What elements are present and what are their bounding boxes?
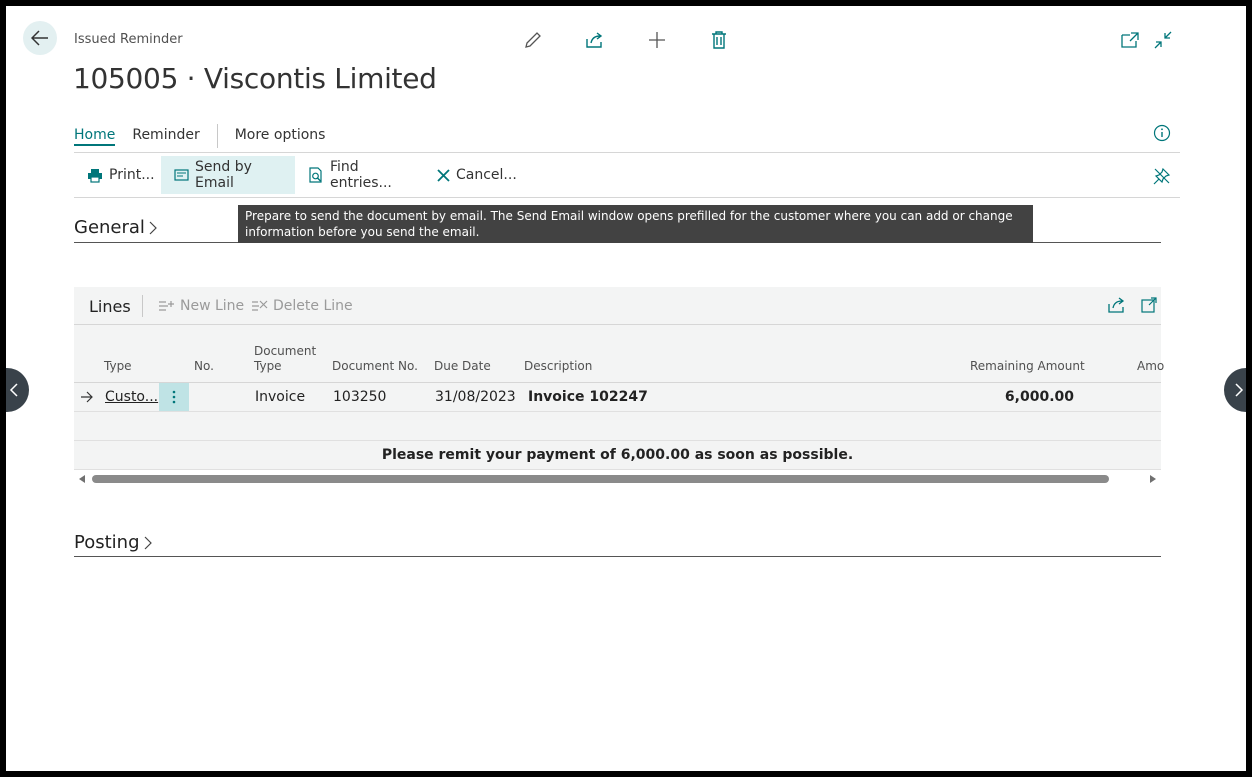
print-button[interactable]: Print... bbox=[74, 156, 160, 194]
general-section-title: General bbox=[74, 217, 145, 238]
table-row[interactable]: Please remit your payment of 6,000.00 as… bbox=[74, 441, 1161, 470]
horizontal-scrollbar[interactable] bbox=[74, 472, 1161, 486]
tab-reminder[interactable]: Reminder bbox=[132, 127, 199, 146]
page-title: 105005 · Viscontis Limited bbox=[73, 62, 437, 95]
page-frame: Issued Reminder 105005 · Viscontis Limit… bbox=[6, 6, 1246, 771]
breadcrumb: Issued Reminder bbox=[74, 32, 183, 47]
next-record-button[interactable] bbox=[1224, 368, 1246, 412]
posting-section-title: Posting bbox=[74, 532, 140, 553]
lines-grid-header: Type No. Document Type Document No. Due … bbox=[74, 325, 1164, 383]
back-button[interactable] bbox=[23, 21, 57, 55]
scroll-left-icon[interactable] bbox=[79, 475, 85, 483]
table-row[interactable]: Custo... Invoice 103250 31/08/2023 Invoi… bbox=[74, 383, 1161, 412]
previous-record-button[interactable] bbox=[6, 368, 29, 412]
scrollbar-thumb[interactable] bbox=[92, 475, 1109, 483]
divider bbox=[74, 197, 1180, 198]
delete-line-label: Delete Line bbox=[273, 298, 353, 314]
cancel-button[interactable]: Cancel... bbox=[424, 156, 517, 194]
column-header-document-type[interactable]: Document Type bbox=[254, 344, 316, 374]
document-type-cell[interactable]: Invoice bbox=[255, 389, 305, 405]
edit-button[interactable] bbox=[522, 29, 544, 51]
new-line-icon bbox=[159, 301, 174, 311]
find-document-icon bbox=[309, 166, 322, 183]
chevron-right-icon bbox=[149, 221, 157, 234]
column-header-description[interactable]: Description bbox=[524, 359, 592, 374]
remaining-amount-cell[interactable]: 6,000.00 bbox=[974, 389, 1074, 405]
lines-share-button[interactable] bbox=[1108, 297, 1126, 317]
expand-icon bbox=[1141, 297, 1157, 313]
type-cell[interactable]: Custo... bbox=[105, 389, 158, 405]
plus-icon bbox=[649, 32, 665, 48]
open-new-window-button[interactable] bbox=[1119, 29, 1141, 51]
column-header-no[interactable]: No. bbox=[194, 359, 214, 374]
find-entries-button[interactable]: Find entries... bbox=[295, 156, 421, 194]
arrow-left-icon bbox=[31, 30, 48, 46]
chevron-left-icon bbox=[9, 383, 18, 397]
new-line-label: New Line bbox=[180, 298, 245, 314]
row-actions-button[interactable] bbox=[159, 383, 189, 411]
send-email-tooltip: Prepare to send the document by email. T… bbox=[238, 205, 1033, 243]
description-cell[interactable]: Invoice 102247 bbox=[528, 389, 648, 405]
column-header-document-no[interactable]: Document No. bbox=[332, 359, 418, 374]
unpin-icon bbox=[1153, 167, 1171, 185]
print-label: Print... bbox=[109, 167, 155, 183]
share-icon bbox=[586, 32, 603, 48]
table-row[interactable] bbox=[74, 412, 1161, 441]
info-button[interactable] bbox=[1153, 124, 1171, 146]
document-no-cell[interactable]: 103250 bbox=[333, 389, 386, 405]
column-header-amount[interactable]: Amo bbox=[1137, 359, 1164, 374]
new-line-button[interactable]: New Line bbox=[158, 298, 244, 314]
send-email-label: Send by Email bbox=[195, 159, 252, 191]
printer-icon bbox=[88, 168, 102, 183]
email-icon bbox=[174, 169, 189, 181]
tab-more-options[interactable]: More options bbox=[235, 127, 326, 146]
delete-line-button[interactable]: Delete Line bbox=[251, 298, 353, 314]
pencil-icon bbox=[525, 32, 541, 48]
chevron-right-icon bbox=[1235, 383, 1244, 397]
trash-icon bbox=[712, 31, 726, 49]
general-section-header[interactable]: General bbox=[74, 217, 158, 238]
action-tabs: Home Reminder More options bbox=[74, 123, 342, 149]
divider bbox=[74, 152, 1180, 153]
footer-message: Please remit your payment of 6,000.00 as… bbox=[381, 447, 854, 463]
lines-part: Lines New Line Delete Line Type No. Docu… bbox=[74, 287, 1164, 487]
collapse-icon bbox=[1154, 31, 1172, 49]
arrow-right-icon bbox=[81, 391, 93, 403]
info-icon bbox=[1153, 124, 1171, 142]
delete-button[interactable] bbox=[708, 29, 730, 51]
lines-expand-button[interactable] bbox=[1141, 297, 1157, 317]
posting-section-header[interactable]: Posting bbox=[74, 532, 153, 553]
lines-toolbar: Lines New Line Delete Line bbox=[74, 287, 1161, 325]
tab-home[interactable]: Home bbox=[74, 127, 116, 146]
share-button[interactable] bbox=[584, 29, 606, 51]
delete-line-icon bbox=[252, 300, 268, 311]
cancel-label: Cancel... bbox=[456, 167, 517, 183]
tab-separator bbox=[216, 124, 218, 148]
column-header-type[interactable]: Type bbox=[104, 359, 132, 374]
find-entries-label: Find entries... bbox=[330, 159, 392, 191]
pin-button[interactable] bbox=[1153, 167, 1171, 189]
collapse-button[interactable] bbox=[1152, 29, 1174, 51]
posting-section-divider bbox=[74, 556, 1161, 557]
column-header-due-date[interactable]: Due Date bbox=[434, 359, 491, 374]
column-header-remaining-amount[interactable]: Remaining Amount bbox=[970, 359, 1085, 374]
lines-title: Lines bbox=[89, 297, 131, 316]
share-icon bbox=[1108, 297, 1125, 313]
new-button[interactable] bbox=[646, 29, 668, 51]
close-icon bbox=[437, 168, 450, 182]
send-by-email-button[interactable]: Send by Email bbox=[161, 156, 295, 194]
more-vertical-icon bbox=[172, 390, 176, 404]
due-date-cell[interactable]: 31/08/2023 bbox=[435, 389, 516, 405]
toolbar-separator bbox=[142, 295, 143, 317]
open-in-new-window-icon bbox=[1121, 32, 1139, 48]
chevron-right-icon bbox=[144, 536, 152, 549]
scroll-right-icon[interactable] bbox=[1150, 475, 1156, 483]
